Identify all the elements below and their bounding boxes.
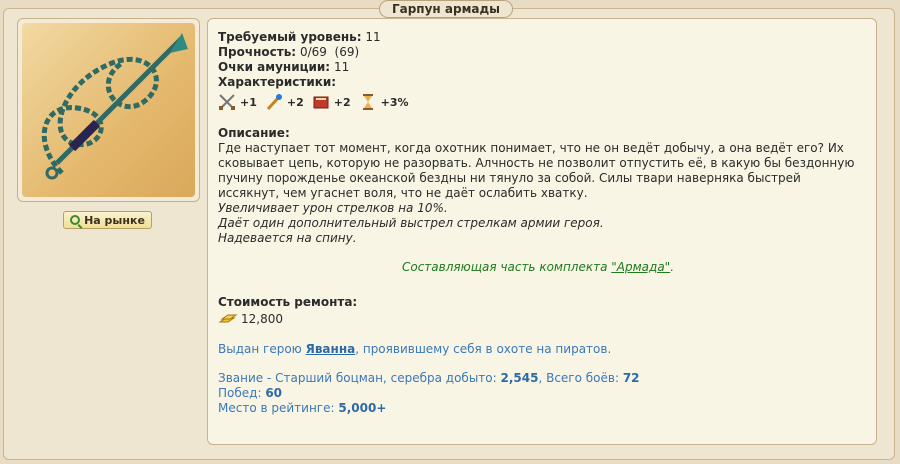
hourglass-icon	[359, 93, 377, 111]
window-title-wrap: Гарпун армады	[378, 0, 514, 18]
battles-value: 72	[622, 371, 640, 385]
owner-info: Выдан герою Яванна, проявившему себя в о…	[218, 342, 858, 357]
owner-suffix: , проявившему себя в охоте на пиратов.	[355, 342, 612, 356]
set-link[interactable]: "Армада"	[611, 260, 670, 274]
owner-prefix: Выдан герою	[218, 342, 306, 356]
gold-icon	[218, 312, 238, 326]
rank-text: Звание - Старший боцман, серебра добыто:	[218, 371, 501, 385]
silver-value: 2,545	[500, 371, 539, 385]
wins-label: Побед:	[218, 386, 266, 400]
battles-label: , Всего боёв:	[538, 371, 623, 385]
ammo-row: Очки амуниции: 11	[218, 60, 858, 75]
rating-label: Место в рейтинге:	[218, 401, 339, 415]
stats-label: Характеристики:	[218, 75, 337, 89]
rating-line: Место в рейтинге: 5,000+	[218, 401, 858, 416]
set-suffix: .	[670, 260, 675, 274]
wins-line: Побед: 60	[218, 386, 858, 401]
set-info: Составляющая часть комплекта "Армада".	[218, 260, 858, 275]
effect-1: Увеличивает урон стрелков на 10%.	[218, 201, 448, 215]
harpoon-icon	[41, 33, 188, 180]
market-button[interactable]: На рынке	[63, 211, 152, 229]
stat-value: +3%	[380, 95, 409, 109]
stats-row: +1 +2 +2 +3%	[218, 92, 858, 112]
repair-cost: 12,800	[218, 310, 858, 328]
stat-value: +1	[240, 95, 257, 109]
rank-line: Звание - Старший боцман, серебра добыто:…	[218, 371, 858, 386]
attack-icon	[218, 93, 236, 111]
item-info: Требуемый уровень: 11 Прочность: 0/69 (6…	[218, 30, 858, 416]
durability-row: Прочность: 0/69 (69)	[218, 45, 858, 60]
effect-2: Даёт один дополнительный выстрел стрелка…	[218, 216, 604, 230]
ammo-value: 11	[333, 60, 350, 74]
harpoon-image	[22, 23, 195, 197]
stats-label-row: Характеристики:	[218, 75, 858, 90]
set-prefix: Составляющая часть комплекта	[401, 260, 612, 274]
required-level-row: Требуемый уровень: 11	[218, 30, 858, 45]
repair-cost-value: 12,800	[241, 311, 283, 326]
required-level-value: 11	[365, 30, 381, 44]
window-title: Гарпун армады	[378, 0, 514, 18]
description-label-row: Описание:	[218, 126, 858, 141]
stat-value: +2	[286, 95, 304, 109]
rating-value: 5,000+	[338, 401, 387, 415]
item-image-card	[17, 18, 200, 202]
effect-3: Надевается на спину.	[218, 231, 357, 245]
durability-label: Прочность:	[218, 45, 297, 59]
repair-label: Стоимость ремонта:	[218, 295, 358, 309]
stat-value: +2	[333, 95, 351, 109]
description-label: Описание:	[218, 126, 290, 140]
repair-label-row: Стоимость ремонта:	[218, 295, 858, 310]
book-icon	[312, 93, 330, 111]
wins-value: 60	[265, 386, 283, 400]
durability-value: 0/69 (69)	[299, 45, 360, 59]
magnifier-icon	[70, 215, 81, 225]
required-level-label: Требуемый уровень:	[218, 30, 362, 44]
initiative-icon	[265, 93, 283, 111]
rank-info: Звание - Старший боцман, серебра добыто:…	[218, 371, 858, 416]
market-button-label: На рынке	[84, 213, 145, 227]
ammo-label: Очки амуниции:	[218, 60, 331, 74]
hero-link[interactable]: Яванна	[306, 342, 356, 356]
description-text: Где наступает тот момент, когда охотник …	[218, 141, 855, 200]
